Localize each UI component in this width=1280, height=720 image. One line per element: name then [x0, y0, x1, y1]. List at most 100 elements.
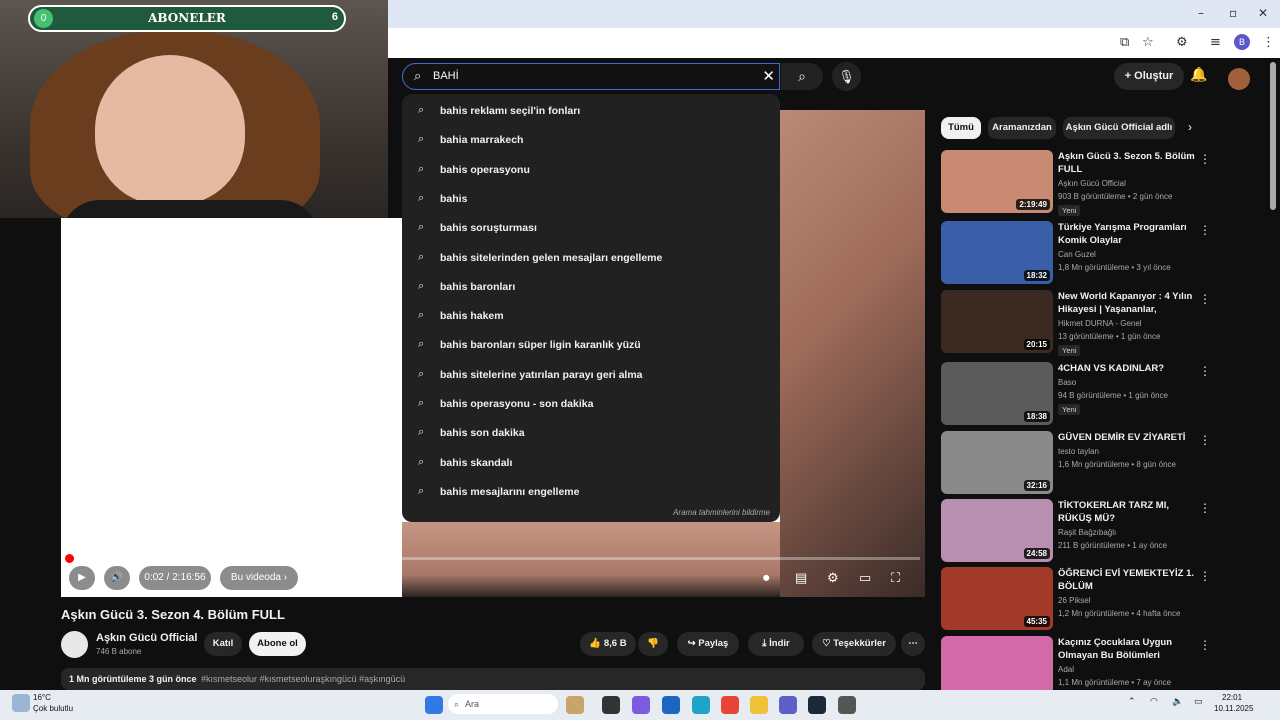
thanks-button[interactable]: ♡ Teşekkürler	[812, 632, 896, 656]
suggestion-item[interactable]: ⌕ bahis skandalı	[402, 449, 780, 478]
download-button[interactable]: ⤓ İndir	[748, 632, 804, 656]
video-channel[interactable]: Adal	[1058, 665, 1074, 674]
hashtags[interactable]: #kısmetseolur #kısmetseoluraşkıngücü #aş…	[201, 674, 405, 684]
video-channel[interactable]: Aşkın Gücü Official	[1058, 179, 1126, 188]
play-button[interactable]: ▶	[69, 566, 95, 590]
search-input[interactable]: ⌕ BAHİ ✕	[402, 63, 780, 90]
teams-icon[interactable]	[779, 696, 797, 714]
more-options-icon[interactable]: ⋮	[1199, 292, 1211, 306]
video-thumbnail[interactable]: 20:15	[941, 290, 1053, 353]
video-channel[interactable]: Baso	[1058, 378, 1076, 387]
video-thumbnail[interactable]: 18:38	[941, 362, 1053, 425]
subscribe-button[interactable]: Abone ol	[249, 632, 306, 656]
like-button[interactable]: 👍 8,6 B	[580, 632, 636, 656]
video-title[interactable]: TİKTOKERLAR TARZ MI, RÜKÜŞ MÜ?	[1058, 499, 1198, 525]
video-thumbnail[interactable]: 2:19:49	[941, 150, 1053, 213]
more-actions-button[interactable]: ⋯	[901, 632, 925, 656]
suggestion-item[interactable]: ⌕ bahis sitelerine yatırılan parayı geri …	[402, 361, 780, 390]
more-options-icon[interactable]: ⋮	[1199, 638, 1211, 652]
miniplayer-icon[interactable]: ▭	[859, 570, 871, 586]
description-box[interactable]: 1 Mn görüntüleme 3 gün önce #kısmetseolu…	[61, 668, 925, 690]
join-button[interactable]: Katıl	[204, 632, 242, 656]
video-thumbnail[interactable]: 18:32	[941, 221, 1053, 284]
clear-search-icon[interactable]: ✕	[762, 67, 775, 85]
video-thumbnail[interactable]: 45:35	[941, 567, 1053, 630]
video-title[interactable]: Kaçınız Çocuklara Uygun Olmayan Bu Bölüm…	[1058, 636, 1198, 662]
suggestion-item[interactable]: ⌕ bahis	[402, 185, 780, 214]
volume-tray-icon[interactable]: 🔈	[1172, 697, 1183, 707]
chip-from-search[interactable]: Aramanızdan	[988, 117, 1056, 139]
scrubber-handle[interactable]	[65, 554, 74, 563]
suggestion-item[interactable]: ⌕ bahia marrakech	[402, 126, 780, 155]
create-button[interactable]: + Oluştur	[1114, 63, 1184, 90]
share-button[interactable]: ↪ Paylaş	[677, 632, 739, 656]
suggestion-item[interactable]: ⌕ bahis sitelerinden gelen mesajları enge…	[402, 244, 780, 273]
suggestion-item[interactable]: ⌕ bahis baronları	[402, 273, 780, 302]
video-thumbnail[interactable]: 32:16	[941, 431, 1053, 494]
notifications-bell-icon[interactable]: 🔔	[1190, 66, 1207, 83]
recommended-video[interactable]: 20:15 New World Kapanıyor : 4 Yılın Hikay…	[941, 290, 1261, 356]
autoplay-toggle[interactable]: ⏺	[763, 570, 770, 586]
copilot-icon[interactable]	[632, 696, 650, 714]
video-channel[interactable]: 26 Piksel	[1058, 596, 1090, 605]
start-menu-icon[interactable]	[425, 696, 443, 714]
suggestion-item[interactable]: ⌕ bahis mesajlarını engelleme	[402, 478, 780, 507]
video-title[interactable]: 4CHAN VS KADINLAR?	[1058, 362, 1198, 375]
recommended-video[interactable]: 45:35 ÖĞRENCİ EVİ YEMEKTEYİZ 1. BÖLÜM 26 P…	[941, 567, 1261, 633]
dislike-button[interactable]: 👎	[638, 632, 668, 656]
channel-name[interactable]: Aşkın Gücü Official	[96, 632, 197, 644]
steam-icon[interactable]	[808, 696, 826, 714]
tray-chevron-icon[interactable]: ⌃	[1128, 697, 1136, 707]
recommended-video[interactable]: 18:38 4CHAN VS KADINLAR? Baso 94 B görüntül…	[941, 362, 1261, 428]
task-view-icon[interactable]	[602, 696, 620, 714]
clock-time[interactable]: 22:01	[1222, 693, 1242, 702]
outlook-icon[interactable]	[662, 696, 680, 714]
file-explorer-icon[interactable]	[750, 696, 768, 714]
search-button[interactable]: ⌕	[781, 63, 823, 90]
recommended-video[interactable]: 2:19:49 Aşkın Gücü 3. Sezon 5. Bölüm FULL…	[941, 150, 1261, 216]
video-thumbnail[interactable]: 24:58	[941, 499, 1053, 562]
weather-icon[interactable]	[12, 694, 30, 712]
more-options-icon[interactable]: ⋮	[1199, 364, 1211, 378]
widget-icon[interactable]	[566, 696, 584, 714]
video-title[interactable]: GÜVEN DEMİR EV ZİYARETİ	[1058, 431, 1198, 444]
suggestion-item[interactable]: ⌕ bahis baronları süper ligin karanlık yü…	[402, 331, 780, 360]
more-options-icon[interactable]: ⋮	[1199, 569, 1211, 583]
video-channel[interactable]: Can Guzel	[1058, 250, 1096, 259]
channel-avatar[interactable]	[61, 631, 88, 658]
volume-button[interactable]: 🔊	[104, 566, 130, 590]
minimize-icon[interactable]: –	[1198, 6, 1204, 20]
close-window-icon[interactable]: ✕	[1258, 6, 1268, 20]
extensions-icon[interactable]: ⚙	[1176, 35, 1188, 50]
suggestion-item[interactable]: ⌕ bahis operasyonu - son dakika	[402, 390, 780, 419]
chapter-button[interactable]: Bu videoda ›	[220, 566, 298, 590]
video-title[interactable]: ÖĞRENCİ EVİ YEMEKTEYİZ 1. BÖLÜM	[1058, 567, 1198, 593]
video-title[interactable]: New World Kapanıyor : 4 Yılın Hikayesi |…	[1058, 290, 1198, 316]
suggestion-item[interactable]: ⌕ bahis son dakika	[402, 419, 780, 448]
suggestion-item[interactable]: ⌕ bahis reklamı seçil'in fonları	[402, 97, 780, 126]
wifi-icon[interactable]: ◠	[1150, 697, 1158, 707]
suggestion-item[interactable]: ⌕ bahis hakem	[402, 302, 780, 331]
suggestion-item[interactable]: ⌕ bahis soruşturması	[402, 214, 780, 243]
chrome-icon[interactable]	[721, 696, 739, 714]
browser-menu-icon[interactable]: ⋮	[1262, 35, 1275, 50]
more-options-icon[interactable]: ⋮	[1199, 152, 1211, 166]
app-icon[interactable]	[838, 696, 856, 714]
recommended-video[interactable]: 18:32 Türkiye Yarışma Programları Komik O…	[941, 221, 1261, 287]
video-channel[interactable]: Raşit Bağzıbağlı	[1058, 528, 1116, 537]
bookmark-star-icon[interactable]: ☆	[1142, 35, 1154, 50]
reading-list-icon[interactable]: ≡	[1210, 35, 1221, 50]
chevron-right-icon[interactable]: ›	[1188, 120, 1192, 134]
progress-bar[interactable]	[67, 557, 920, 560]
video-channel[interactable]: testo taylan	[1058, 447, 1099, 456]
battery-icon[interactable]: ▭	[1194, 697, 1203, 707]
voice-search-button[interactable]: 🎙	[832, 62, 861, 91]
chip-all[interactable]: Tümü	[941, 117, 981, 139]
video-title[interactable]: Türkiye Yarışma Programları Komik Olayla…	[1058, 221, 1198, 247]
browser-profile-avatar[interactable]: B	[1234, 34, 1250, 50]
cast-icon[interactable]: ⧉	[1120, 35, 1129, 50]
fullscreen-icon[interactable]: ⛶	[891, 570, 900, 586]
more-options-icon[interactable]: ⋮	[1199, 223, 1211, 237]
account-avatar[interactable]	[1228, 68, 1250, 90]
edge-icon[interactable]	[692, 696, 710, 714]
